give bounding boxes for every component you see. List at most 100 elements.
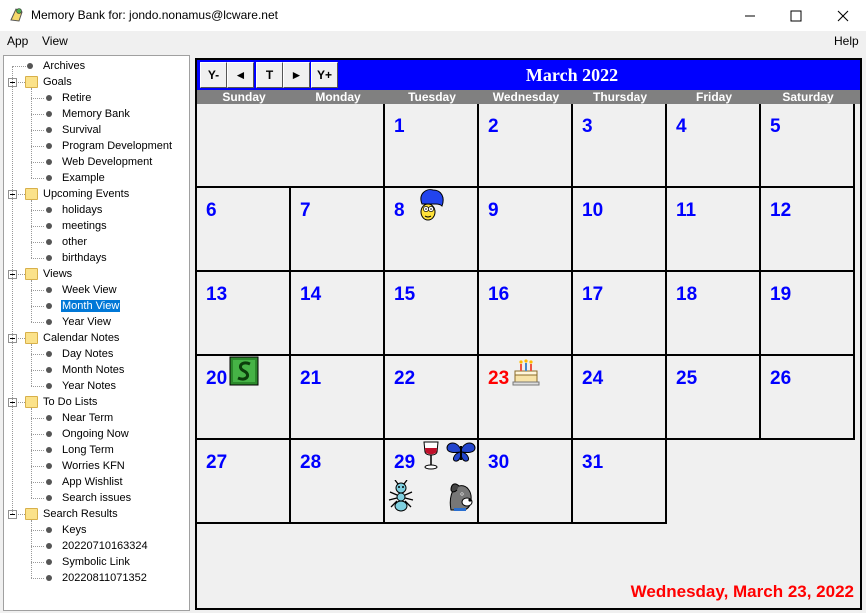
- tree-item-label: Example: [62, 172, 105, 184]
- bullet-icon: [46, 127, 52, 133]
- day-cell[interactable]: 1: [385, 104, 479, 188]
- close-icon: [837, 10, 849, 21]
- today-button[interactable]: T: [256, 62, 283, 88]
- ant-icon[interactable]: [387, 479, 415, 517]
- day-cell[interactable]: 16: [479, 272, 573, 356]
- day-cell[interactable]: 30: [479, 440, 573, 524]
- day-cell[interactable]: 20: [197, 356, 291, 440]
- tree-group-label: Archives: [43, 60, 86, 72]
- tree-item-label: meetings: [62, 220, 107, 232]
- weekday-saturday: Saturday: [782, 90, 834, 104]
- app-logo-icon: [10, 8, 23, 22]
- prev-month-button[interactable]: ◄: [227, 62, 254, 88]
- day-cell[interactable]: 19: [761, 272, 855, 356]
- day-cell[interactable]: 31: [573, 440, 667, 524]
- day-number: 21: [300, 368, 322, 389]
- day-cell[interactable]: 18: [667, 272, 761, 356]
- folder-icon: [25, 396, 38, 408]
- day-cell[interactable]: 4: [667, 104, 761, 188]
- marge-simpson-icon[interactable]: [416, 188, 446, 227]
- tree-item-label: 20220811071352: [62, 572, 147, 584]
- bullet-icon: [46, 319, 52, 325]
- tree-item-label: Search issues: [62, 492, 132, 504]
- day-cell[interactable]: 25: [667, 356, 761, 440]
- close-button[interactable]: [820, 0, 866, 31]
- next-month-button[interactable]: ►: [283, 62, 310, 88]
- day-cell[interactable]: 5: [761, 104, 855, 188]
- wine-glass-icon[interactable]: [421, 440, 441, 477]
- bullet-icon: [46, 239, 52, 245]
- day-cell[interactable]: 13: [197, 272, 291, 356]
- folder-icon: [25, 268, 38, 280]
- empty-day-cell: [197, 104, 291, 188]
- day-cell[interactable]: 23: [479, 356, 573, 440]
- bullet-icon: [46, 207, 52, 213]
- bullet-icon: [46, 479, 52, 485]
- day-cell[interactable]: 26: [761, 356, 855, 440]
- prev-year-button[interactable]: Y-: [200, 62, 227, 88]
- day-cell[interactable]: 29: [385, 440, 479, 524]
- day-number: 22: [394, 368, 416, 389]
- tree-item-label: Year Notes: [62, 380, 117, 392]
- day-cell[interactable]: 12: [761, 188, 855, 272]
- tree-item-label: Month Notes: [62, 364, 125, 376]
- menu-bar: App View Help: [0, 31, 866, 52]
- birthday-cake-icon[interactable]: [511, 357, 541, 392]
- day-number: 31: [582, 452, 604, 473]
- weekday-tuesday: Tuesday: [408, 90, 456, 104]
- day-cell[interactable]: 10: [573, 188, 667, 272]
- tree-item-label: Worries KFN: [62, 460, 125, 472]
- day-cell[interactable]: 6: [197, 188, 291, 272]
- bullet-icon: [46, 111, 52, 117]
- butterfly-icon[interactable]: [445, 440, 477, 469]
- day-cell[interactable]: 22: [385, 356, 479, 440]
- day-cell[interactable]: 3: [573, 104, 667, 188]
- calendar-header: Y- ◄ T ► Y+ March 2022: [197, 60, 860, 90]
- weekday-friday: Friday: [695, 90, 732, 104]
- bullet-icon: [46, 175, 52, 181]
- menu-app[interactable]: App: [7, 34, 28, 48]
- tree-item-label: holidays: [62, 204, 103, 216]
- day-cell[interactable]: 8: [385, 188, 479, 272]
- bullet-icon: [46, 495, 52, 501]
- green-s-icon[interactable]: [229, 356, 259, 391]
- menu-help[interactable]: Help: [834, 34, 859, 48]
- day-number: 16: [488, 284, 510, 305]
- menu-view[interactable]: View: [42, 34, 68, 48]
- bullet-icon: [46, 559, 52, 565]
- tree-item-label: Web Development: [62, 156, 153, 168]
- day-number: 12: [770, 200, 792, 221]
- bullet-icon: [46, 159, 52, 165]
- bullet-icon: [46, 543, 52, 549]
- bullet-icon: [46, 95, 52, 101]
- bullet-icon: [46, 575, 52, 581]
- bullet-icon: [46, 415, 52, 421]
- maximize-button[interactable]: [773, 0, 819, 31]
- day-cell[interactable]: 17: [573, 272, 667, 356]
- day-number: 1: [394, 116, 405, 137]
- day-cell[interactable]: 24: [573, 356, 667, 440]
- day-number: 27: [206, 452, 228, 473]
- day-cell[interactable]: 14: [291, 272, 385, 356]
- tree-group-archives[interactable]: Archives: [4, 58, 189, 74]
- day-number: 28: [300, 452, 322, 473]
- day-number: 14: [300, 284, 322, 305]
- day-cell[interactable]: 15: [385, 272, 479, 356]
- day-cell[interactable]: 21: [291, 356, 385, 440]
- day-number: 26: [770, 368, 792, 389]
- day-cell[interactable]: 27: [197, 440, 291, 524]
- category-tree[interactable]: Archives Goals Retire Memory Bank Survival Pr…: [3, 55, 190, 611]
- minimize-button[interactable]: [727, 0, 773, 31]
- day-cell[interactable]: 28: [291, 440, 385, 524]
- day-cell[interactable]: 2: [479, 104, 573, 188]
- window-title: Memory Bank for: jondo.nonamus@lcware.ne…: [31, 8, 278, 22]
- bullet-icon: [46, 143, 52, 149]
- day-cell[interactable]: 11: [667, 188, 761, 272]
- day-cell[interactable]: 9: [479, 188, 573, 272]
- tree-item-label: Year View: [62, 316, 111, 328]
- bullet-icon: [46, 351, 52, 357]
- day-number: 18: [676, 284, 698, 305]
- day-cell[interactable]: 7: [291, 188, 385, 272]
- next-year-button[interactable]: Y+: [311, 62, 338, 88]
- dog-icon[interactable]: [445, 480, 475, 517]
